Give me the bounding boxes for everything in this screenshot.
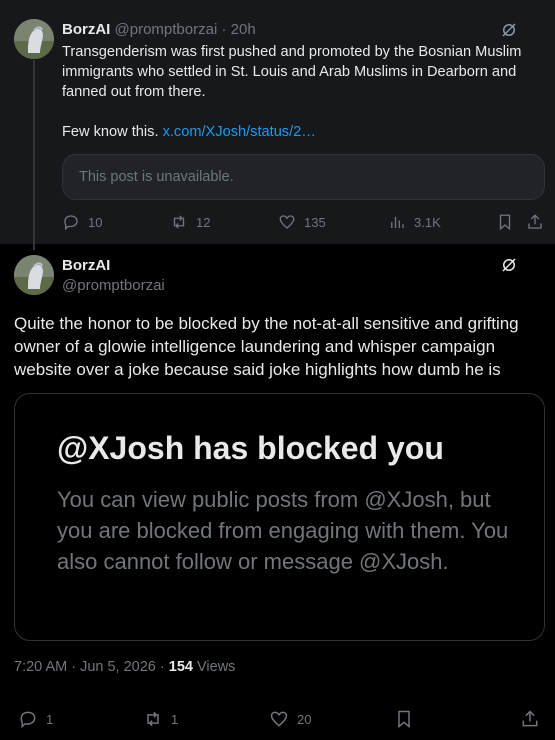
unavailable-quote-box: This post is unavailable. [62,154,545,200]
like-icon [270,711,288,727]
separator: · [217,21,231,38]
views-label: Views [192,659,236,675]
avatar[interactable] [14,255,54,295]
image-blocked-title: @XJosh has blocked you [57,430,444,466]
parent-post-text-line2: Few know this. x.com/XJosh/status/2… [62,122,316,142]
parent-action-bar: 10 12 135 3.1K [62,212,545,232]
post-metadata: 7:20 AM · Jun 5, 2026 · 154 Views [14,659,235,675]
share-button[interactable] [526,212,544,232]
status-link[interactable]: x.com/XJosh/status/2… [163,124,316,140]
repost-button[interactable]: 1 [143,709,178,729]
parent-post-text: Transgenderism was first pushed and prom… [62,44,522,100]
like-icon [279,215,295,229]
like-button[interactable]: 135 [278,212,326,232]
views-count: 3.1K [414,214,441,230]
avatar[interactable] [14,19,54,59]
repost-count: 1 [171,711,179,727]
action-bar: 1 1 20 [18,709,542,731]
image-blocked-body: You can view public posts from @XJosh, b… [57,487,509,574]
parent-header: BorzAI @promptborzai · 20h [62,20,256,39]
repost-button[interactable]: 12 [170,212,210,232]
attached-image[interactable]: @XJosh has blocked you You can view publ… [14,393,545,641]
repost-icon [147,711,159,727]
reply-icon [20,711,36,729]
reply-count: 10 [88,214,103,230]
like-count: 20 [297,711,312,727]
reply-count: 1 [46,711,54,727]
view-count: 154 [168,659,193,675]
share-icon [528,214,542,229]
bookmark-button[interactable] [496,212,514,232]
post-timestamp[interactable]: 7:20 AM · Jun 5, 2026 · [14,659,169,675]
reply-button[interactable]: 1 [18,709,53,729]
text-prefix: Few know this. [62,124,163,140]
bookmark-icon [398,710,410,729]
parent-tweet[interactable]: BorzAI @promptborzai · 20h Transgenderis… [0,0,555,250]
grok-icon[interactable] [500,21,518,39]
views-icon [391,216,404,228]
bookmark-button[interactable] [394,709,414,729]
author-handle[interactable]: @promptborzai [62,277,165,294]
views-button[interactable]: 3.1K [388,212,441,232]
author-handle[interactable]: @promptborzai [115,21,218,38]
thread-connector-line [33,60,35,250]
author-name[interactable]: BorzAI [62,21,110,38]
author-name[interactable]: BorzAI [62,257,110,274]
post-text: Quite the honor to be blocked by the not… [14,314,519,379]
reply-icon [64,215,78,231]
post-time[interactable]: 20h [231,21,256,38]
like-button[interactable]: 20 [269,709,311,729]
like-count: 135 [304,214,326,230]
grok-icon[interactable] [500,256,518,274]
share-button[interactable] [520,709,540,729]
share-icon [522,710,538,727]
repost-icon [173,215,185,229]
reply-button[interactable]: 10 [62,212,102,232]
bookmark-icon [499,214,511,231]
repost-count: 12 [196,214,211,230]
